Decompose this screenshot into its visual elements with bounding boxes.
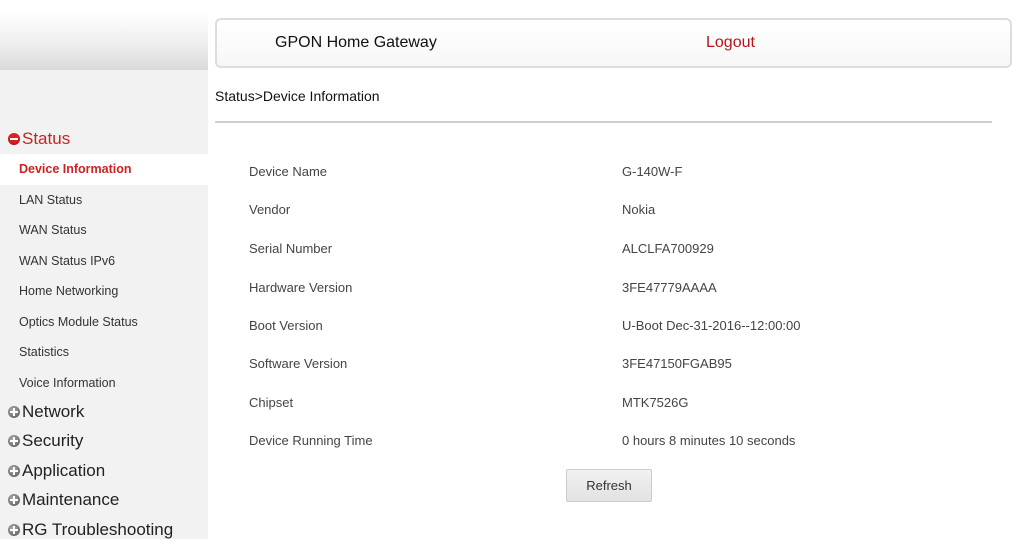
expand-icon bbox=[8, 494, 20, 507]
info-value: U-Boot Dec-31-2016--12:00:00 bbox=[622, 318, 801, 333]
info-value: 3FE47150FGAB95 bbox=[622, 356, 732, 371]
info-label: Software Version bbox=[249, 356, 348, 371]
divider bbox=[215, 121, 992, 123]
header-bar: GPON Home Gateway Logout bbox=[215, 18, 1012, 68]
info-label: Vendor bbox=[249, 202, 291, 217]
menu-network[interactable]: Network bbox=[8, 397, 173, 427]
sidebar-banner bbox=[0, 12, 208, 70]
info-value: Nokia bbox=[622, 202, 656, 217]
sidebar-item-home-networking[interactable]: Home Networking bbox=[0, 276, 208, 307]
status-submenu: Device Information LAN Status WAN Status… bbox=[0, 154, 208, 398]
menu-security-label: Security bbox=[22, 431, 84, 451]
sidebar-item-wan-status[interactable]: WAN Status bbox=[0, 215, 208, 246]
info-value: 0 hours 8 minutes 10 seconds bbox=[622, 433, 796, 448]
info-row-vendor: Vendor Nokia bbox=[249, 202, 949, 222]
menu-rg-troubleshooting[interactable]: RG Troubleshooting bbox=[8, 515, 173, 545]
info-label: Device Name bbox=[249, 164, 328, 179]
info-label: Chipset bbox=[249, 395, 294, 410]
expand-icon bbox=[8, 405, 20, 418]
breadcrumb: Status>Device Information bbox=[215, 88, 380, 104]
menu-network-label: Network bbox=[22, 401, 85, 421]
info-label: Boot Version bbox=[249, 318, 323, 333]
menu-maintenance[interactable]: Maintenance bbox=[8, 486, 173, 516]
refresh-button[interactable]: Refresh bbox=[566, 469, 652, 502]
menu-application-label: Application bbox=[22, 460, 106, 480]
info-row-software-version: Software Version 3FE47150FGAB95 bbox=[249, 356, 949, 376]
sidebar-item-wan-status-ipv6[interactable]: WAN Status IPv6 bbox=[0, 246, 208, 277]
info-label: Device Running Time bbox=[249, 433, 373, 448]
menu-groups: Network Security Application Maintenance… bbox=[8, 397, 173, 545]
collapse-icon bbox=[8, 133, 20, 145]
sidebar-item-lan-status[interactable]: LAN Status bbox=[0, 185, 208, 216]
info-row-boot-version: Boot Version U-Boot Dec-31-2016--12:00:0… bbox=[249, 318, 949, 338]
info-value: ALCLFA700929 bbox=[622, 241, 714, 256]
sidebar-item-statistics[interactable]: Statistics bbox=[0, 337, 208, 368]
info-value: 3FE47779AAAA bbox=[622, 280, 717, 295]
menu-maintenance-label: Maintenance bbox=[22, 490, 120, 510]
sidebar-item-optics-module-status[interactable]: Optics Module Status bbox=[0, 307, 208, 338]
info-value: G-140W-F bbox=[622, 164, 683, 179]
menu-status[interactable]: Status bbox=[8, 128, 70, 150]
menu-application[interactable]: Application bbox=[8, 456, 173, 486]
info-row-hardware-version: Hardware Version 3FE47779AAAA bbox=[249, 280, 949, 300]
sidebar-item-voice-information[interactable]: Voice Information bbox=[0, 368, 208, 399]
info-row-device-name: Device Name G-140W-F bbox=[249, 164, 949, 184]
menu-status-label: Status bbox=[22, 129, 71, 148]
info-row-chipset: Chipset MTK7526G bbox=[249, 395, 949, 415]
menu-rg-troubleshooting-label: RG Troubleshooting bbox=[22, 519, 174, 539]
expand-icon bbox=[8, 435, 20, 448]
menu-security[interactable]: Security bbox=[8, 427, 173, 457]
info-label: Serial Number bbox=[249, 241, 333, 256]
info-row-serial-number: Serial Number ALCLFA700929 bbox=[249, 241, 949, 261]
app-title: GPON Home Gateway bbox=[275, 34, 437, 51]
info-value: MTK7526G bbox=[622, 395, 689, 410]
info-row-device-running-time: Device Running Time 0 hours 8 minutes 10… bbox=[249, 433, 949, 453]
info-label: Hardware Version bbox=[249, 280, 353, 295]
logout-link[interactable]: Logout bbox=[706, 34, 755, 52]
sidebar-item-device-information[interactable]: Device Information bbox=[0, 154, 208, 185]
expand-icon bbox=[8, 523, 20, 536]
expand-icon bbox=[8, 464, 20, 477]
